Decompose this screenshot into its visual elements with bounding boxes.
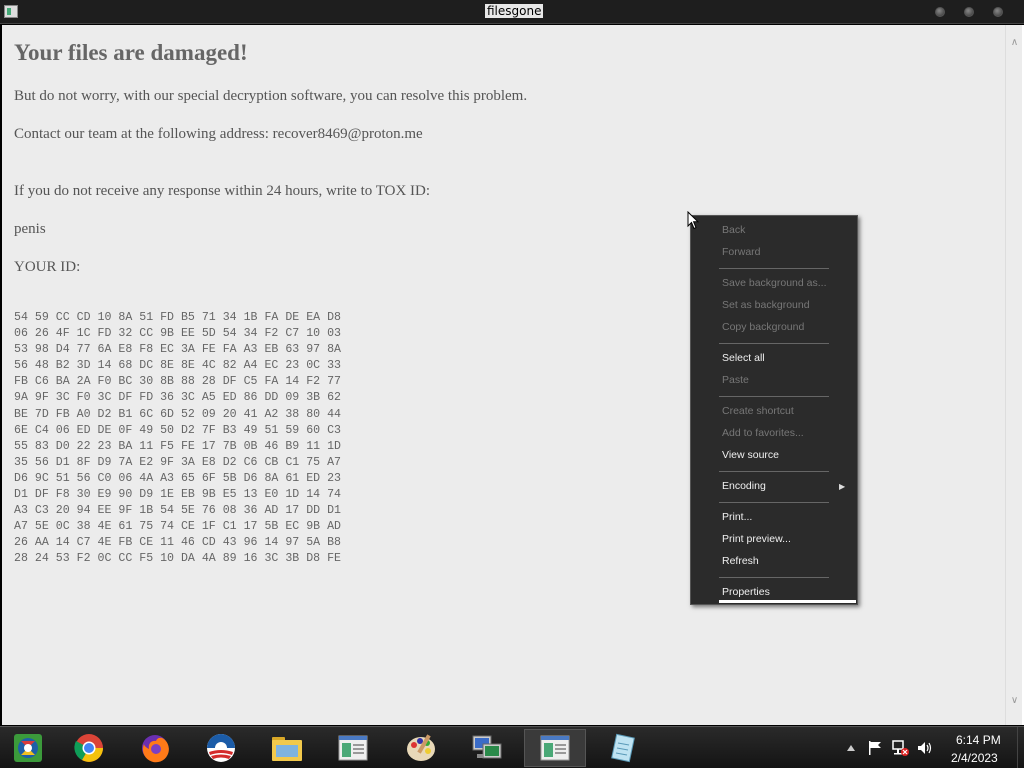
- menu-item-forward[interactable]: Forward: [722, 246, 761, 258]
- start-button[interactable]: [0, 729, 56, 767]
- menu-item-view-source[interactable]: View source: [722, 449, 779, 461]
- app-icon: [4, 5, 18, 18]
- menu-item-select-all[interactable]: Select all: [722, 352, 765, 364]
- menu-separator: [719, 343, 829, 344]
- taskbar-document-window[interactable]: [322, 729, 384, 767]
- menu-separator: [719, 577, 829, 578]
- chevron-up-icon[interactable]: [847, 745, 855, 751]
- menu-item-refresh[interactable]: Refresh: [722, 555, 759, 567]
- menu-item-save-background[interactable]: Save background as...: [722, 277, 826, 289]
- taskbar-firefox[interactable]: [124, 729, 186, 767]
- menu-separator: [719, 471, 829, 472]
- menu-item-copy-background[interactable]: Copy background: [722, 321, 804, 333]
- taskbar-file-explorer[interactable]: [256, 729, 318, 767]
- clock-time[interactable]: 6:14 PM: [956, 733, 1001, 747]
- submenu-arrow-icon: ▶: [839, 482, 846, 491]
- taskbar-obama-app[interactable]: [190, 729, 252, 767]
- menu-focus-underline: [719, 600, 856, 603]
- context-menu: Back Forward Save background as... Set a…: [690, 215, 858, 605]
- your-id-label: YOUR ID:: [14, 259, 81, 275]
- paragraph-tox: If you do not receive any response withi…: [14, 183, 431, 199]
- menu-item-create-shortcut[interactable]: Create shortcut: [722, 405, 794, 417]
- firefox-icon: [142, 735, 169, 763]
- vertical-scrollbar[interactable]: ∧ ∨: [1005, 25, 1022, 725]
- taskbar-notepad[interactable]: [592, 729, 654, 767]
- folder-icon: [272, 737, 302, 761]
- ransom-note: Your files are damaged! But do not worry…: [14, 40, 527, 565]
- tox-id-value: penis: [14, 221, 46, 237]
- taskbar-filesgone-window[interactable]: [524, 729, 586, 767]
- menu-item-print-preview[interactable]: Print preview...: [722, 533, 791, 545]
- network-computers-icon: [472, 735, 502, 759]
- taskbar: 6:14 PM 2/4/2023: [0, 726, 1024, 768]
- flag-icon[interactable]: [867, 740, 883, 756]
- network-error-icon[interactable]: [892, 739, 910, 757]
- scroll-up-arrow-icon[interactable]: ∧: [1009, 37, 1020, 48]
- menu-item-set-background[interactable]: Set as background: [722, 299, 810, 311]
- window-title: filesgone: [485, 4, 544, 18]
- scroll-down-arrow-icon[interactable]: ∨: [1009, 695, 1020, 706]
- document-window-icon: [338, 735, 368, 761]
- paragraph-reassurance: But do not worry, with our special decry…: [14, 88, 528, 104]
- chrome-icon: [74, 734, 103, 762]
- mouse-cursor-icon: [687, 211, 699, 230]
- minimize-button[interactable]: [935, 7, 945, 17]
- maximize-button[interactable]: [964, 7, 974, 17]
- menu-item-paste[interactable]: Paste: [722, 374, 749, 386]
- page-heading: Your files are damaged!: [14, 40, 248, 65]
- paint-palette-icon: [407, 734, 435, 761]
- obama-logo-icon: [207, 734, 235, 762]
- menu-item-properties[interactable]: Properties: [722, 586, 770, 598]
- taskbar-paint[interactable]: [390, 729, 452, 767]
- speaker-icon[interactable]: [917, 741, 933, 755]
- menu-separator: [719, 268, 829, 269]
- taskbar-network-window[interactable]: [456, 729, 518, 767]
- menu-item-encoding[interactable]: Encoding: [722, 480, 766, 492]
- menu-item-print[interactable]: Print...: [722, 511, 752, 523]
- taskbar-chrome[interactable]: [58, 729, 120, 767]
- title-bar[interactable]: filesgone: [0, 0, 1024, 24]
- clock-date[interactable]: 2/4/2023: [951, 751, 998, 765]
- menu-item-add-favorites[interactable]: Add to favorites...: [722, 427, 804, 439]
- close-button[interactable]: [993, 7, 1003, 17]
- show-desktop-button[interactable]: [1017, 727, 1024, 768]
- filesgone-window-icon: [540, 735, 570, 761]
- start-orb-icon: [14, 734, 42, 762]
- notepad-icon: [611, 733, 635, 763]
- paragraph-contact: Contact our team at the following addres…: [14, 126, 423, 142]
- victim-id-hex: 54 59 CC CD 10 8A 51 FD B5 71 34 1B FA D…: [14, 311, 341, 566]
- menu-item-back[interactable]: Back: [722, 224, 745, 236]
- menu-separator: [719, 396, 829, 397]
- menu-separator: [719, 502, 829, 503]
